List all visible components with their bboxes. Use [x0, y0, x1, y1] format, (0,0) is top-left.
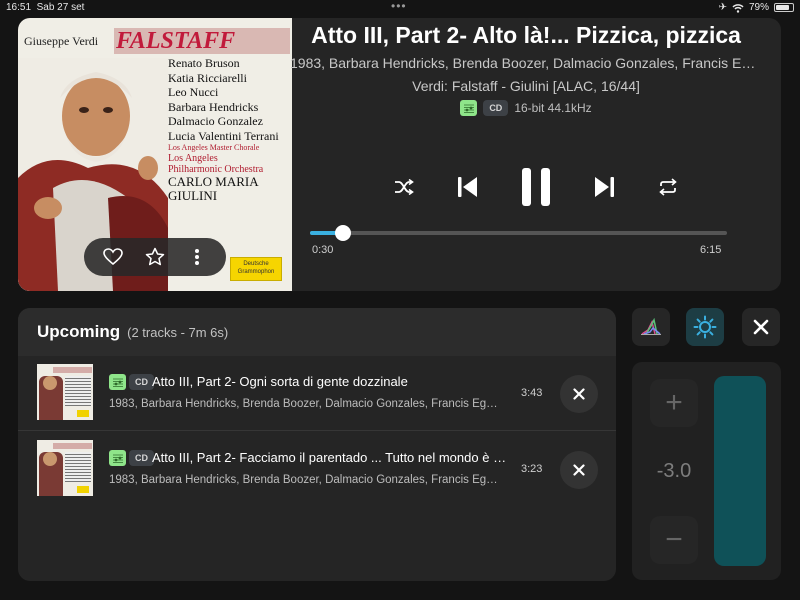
total-time: 6:15	[700, 244, 722, 256]
bit-depth-label: 16-bit 44.1kHz	[514, 101, 592, 115]
cover-credits: Renato Bruson Katia Ricciarelli Leo Nucc…	[168, 56, 279, 203]
track-title: Atto III, Part 2- Alto là!... Pizzica, p…	[311, 22, 741, 48]
queue-item[interactable]: CD Atto III, Part 2- Ogni sorta di gente…	[18, 356, 616, 431]
upcoming-queue: Upcoming (2 tracks - 7m 6s) CD Atto III,…	[18, 308, 616, 581]
status-time: 16:51 Sab 27 set	[6, 2, 85, 13]
queue-item-thumbnail	[37, 440, 93, 496]
queue-item-artists: 1983, Barbara Hendricks, Brenda Boozer, …	[109, 398, 504, 410]
cd-badge: CD	[129, 374, 154, 390]
close-icon	[573, 464, 585, 476]
volume-value: -3.0	[656, 460, 692, 482]
close-icon	[573, 388, 585, 400]
album-art[interactable]: Giuseppe Verdi FALSTAFF Renato Bruson Ka…	[18, 18, 292, 291]
cover-title: FALSTAFF	[114, 28, 290, 54]
track-album[interactable]: Verdi: Falstaff - Giulini [ALAC, 16/44]	[290, 78, 762, 94]
playback-controls	[290, 165, 762, 209]
queue-title: Upcoming	[37, 322, 121, 341]
queue-summary: (2 tracks - 7m 6s)	[127, 325, 229, 340]
visualizer-button[interactable]	[686, 308, 724, 346]
album-actions-pill	[84, 238, 226, 276]
queue-item[interactable]: CD Atto III, Part 2- Facciamo il parenta…	[18, 432, 616, 507]
queue-item-thumbnail	[37, 364, 93, 420]
close-icon	[753, 319, 769, 335]
queue-item-title: Atto III, Part 2- Facciamo il parentado …	[152, 450, 512, 465]
shuffle-icon[interactable]	[386, 165, 422, 209]
queue-item-duration: 3:43	[521, 387, 543, 399]
battery-percentage: 79%	[748, 2, 769, 13]
cover-composer: Giuseppe Verdi	[24, 34, 99, 48]
heart-icon[interactable]	[101, 245, 125, 269]
wifi-icon	[732, 3, 744, 13]
queue-header: Upcoming (2 tracks - 7m 6s)	[18, 308, 616, 356]
pause-icon[interactable]	[514, 165, 558, 209]
star-icon[interactable]	[143, 245, 167, 269]
track-format: CD 16-bit 44.1kHz	[290, 100, 762, 116]
minus-icon: −	[665, 523, 683, 556]
queue-item-title: Atto III, Part 2- Ogni sorta di gente do…	[152, 374, 408, 389]
dg-logo-text: Deutsche Grammophon	[237, 261, 275, 275]
queue-item-badges: CD	[109, 374, 154, 390]
remove-from-queue-button[interactable]	[560, 451, 598, 489]
cd-badge: CD	[483, 100, 509, 116]
repeat-icon[interactable]	[650, 165, 686, 209]
queue-item-badges: CD	[109, 450, 154, 466]
status-bar: 16:51 Sab 27 set ••• ✈ 79%	[0, 0, 800, 16]
cd-badge: CD	[129, 450, 154, 466]
airplane-icon: ✈	[718, 2, 727, 13]
previous-icon[interactable]	[448, 165, 488, 209]
volume-slider[interactable]	[714, 376, 766, 566]
track-artists: 1983, Barbara Hendricks, Brenda Boozer, …	[290, 55, 762, 71]
score-icon	[109, 450, 126, 466]
volume-down-button[interactable]: −	[650, 516, 698, 564]
remove-from-queue-button[interactable]	[560, 375, 598, 413]
volume-up-button[interactable]: +	[650, 379, 698, 427]
queue-item-duration: 3:23	[521, 463, 543, 475]
elapsed-time: 0:30	[312, 244, 334, 256]
spectrum-icon	[641, 318, 661, 335]
multitasking-dots-icon[interactable]: •••	[391, 0, 407, 13]
sun-icon	[693, 315, 717, 339]
next-icon[interactable]	[584, 165, 624, 209]
score-icon	[460, 100, 478, 116]
more-vertical-icon[interactable]	[185, 245, 209, 269]
close-panel-button[interactable]	[742, 308, 780, 346]
score-icon	[109, 374, 126, 390]
volume-panel: + -3.0 −	[632, 362, 781, 580]
battery-icon	[774, 3, 794, 12]
progress-bar[interactable]	[310, 225, 727, 241]
plus-icon: +	[665, 386, 683, 419]
deutsche-grammophon-logo: Deutsche Grammophon	[230, 257, 282, 281]
queue-item-artists: 1983, Barbara Hendricks, Brenda Boozer, …	[109, 474, 504, 486]
status-indicators: ✈ 79%	[719, 2, 794, 13]
audio-analysis-button[interactable]	[632, 308, 670, 346]
